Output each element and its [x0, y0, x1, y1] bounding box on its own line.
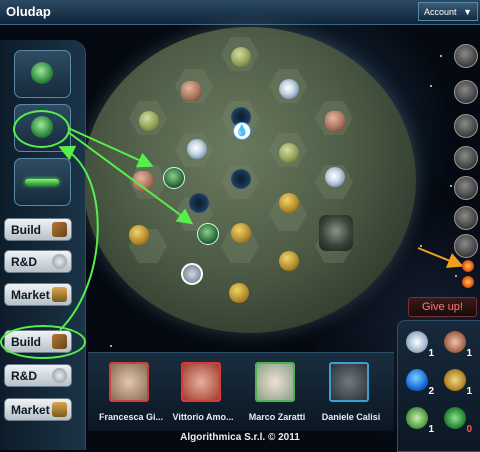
market-button[interactable]: Market: [4, 283, 72, 306]
turn-slot-button[interactable]: [454, 44, 478, 68]
crater-tile-icon: [189, 193, 209, 213]
account-label: Account: [424, 7, 457, 17]
turn-slot-button[interactable]: [454, 146, 478, 170]
meat-icon: [444, 331, 466, 353]
app-title: Oludap: [6, 4, 51, 19]
player-name: Vittorio Amo...: [172, 412, 234, 422]
turn-slot-button[interactable]: [454, 176, 478, 200]
left-action-panel: [0, 40, 86, 450]
player-card[interactable]: Daniele Calisi: [314, 362, 384, 424]
storm-tile-icon: [325, 167, 345, 187]
mineral-tile-icon: [139, 111, 159, 131]
unit-icon[interactable]: [197, 223, 219, 245]
gold-tile-icon: [229, 283, 249, 303]
rnd-label: R&D: [11, 369, 37, 383]
scale-icon: [52, 287, 67, 302]
unit-icon[interactable]: [163, 167, 185, 189]
build-button-highlight: [0, 325, 86, 359]
give-up-button[interactable]: Give up!: [408, 297, 477, 317]
resource-storm: 1: [404, 329, 434, 359]
avatar: [255, 362, 295, 402]
avatar: [109, 362, 149, 402]
resource-recycle: 0: [442, 405, 472, 435]
hammer-icon: [52, 222, 67, 237]
storm-icon: [406, 331, 428, 353]
fire-icon[interactable]: [462, 276, 474, 288]
turn-slot-button[interactable]: [454, 114, 478, 138]
crater-tile-icon: [231, 169, 251, 189]
robot-icon: [52, 368, 67, 383]
top-bar: Oludap Account ▼: [0, 0, 480, 25]
meteor-icon: [31, 62, 53, 84]
meat-tile-icon: [133, 171, 153, 191]
robot-icon: [52, 254, 67, 269]
market-label: Market: [11, 403, 50, 417]
wheat-icon: [444, 369, 466, 391]
build-label: Build: [11, 223, 41, 237]
copyright-footer: Algorithmica S.r.l. © 2011: [180, 432, 300, 443]
turn-slot-button[interactable]: [454, 234, 478, 258]
water-drop-icon[interactable]: 💧: [233, 122, 251, 140]
player-card[interactable]: Vittorio Amo...: [166, 362, 236, 424]
chevron-down-icon: ▼: [463, 7, 472, 17]
market-label: Market: [11, 288, 50, 302]
mineral-tile-icon: [279, 143, 299, 163]
build-button[interactable]: Build: [4, 218, 72, 241]
gold-tile-icon: [279, 251, 299, 271]
enemy-castle-icon[interactable]: [319, 215, 353, 251]
resource-meat: 1: [442, 329, 472, 359]
scale-icon: [52, 402, 67, 417]
market-button-secondary[interactable]: Market: [4, 398, 72, 421]
gold-tile-icon: [231, 223, 251, 243]
fire-icon[interactable]: [462, 260, 474, 272]
crystal-icon: [406, 407, 428, 429]
resource-water: 2: [404, 367, 434, 397]
player-card[interactable]: Marco Zaratti: [240, 362, 310, 424]
unit-slot-highlight: [13, 110, 70, 148]
avatar: [329, 362, 369, 402]
player-name: Marco Zaratti: [248, 412, 306, 422]
rnd-button[interactable]: R&D: [4, 250, 72, 273]
avatar: [181, 362, 221, 402]
gold-tile-icon: [129, 225, 149, 245]
meat-tile-icon: [181, 81, 201, 101]
resource-crystal: 1: [404, 405, 434, 435]
resource-count: 1: [428, 348, 434, 359]
turn-slot-button[interactable]: [454, 80, 478, 104]
resource-count: 1: [466, 348, 472, 359]
player-name: Francesca Gi...: [98, 412, 164, 422]
account-menu-button[interactable]: Account ▼: [418, 2, 478, 21]
resource-count: 1: [466, 386, 472, 397]
resource-wheat: 1: [442, 367, 472, 397]
planet-board[interactable]: 💧: [83, 27, 416, 333]
recycle-icon: [444, 407, 466, 429]
turn-slot-button[interactable]: [454, 206, 478, 230]
home-base-icon[interactable]: [181, 263, 203, 285]
gold-tile-icon: [279, 193, 299, 213]
player-name: Daniele Calisi: [321, 412, 381, 422]
player-card[interactable]: Francesca Gi...: [94, 362, 164, 424]
rnd-button-secondary[interactable]: R&D: [4, 364, 72, 387]
meteor-slot-button[interactable]: [14, 50, 71, 98]
water-icon: [406, 369, 428, 391]
mineral-tile-icon: [231, 47, 251, 67]
rnd-label: R&D: [11, 255, 37, 269]
energy-slot-button[interactable]: [14, 158, 71, 206]
storm-tile-icon: [187, 139, 207, 159]
resource-count: 2: [428, 386, 434, 397]
storm-tile-icon: [279, 79, 299, 99]
energy-bar-icon: [25, 179, 59, 185]
meat-tile-icon: [325, 111, 345, 131]
